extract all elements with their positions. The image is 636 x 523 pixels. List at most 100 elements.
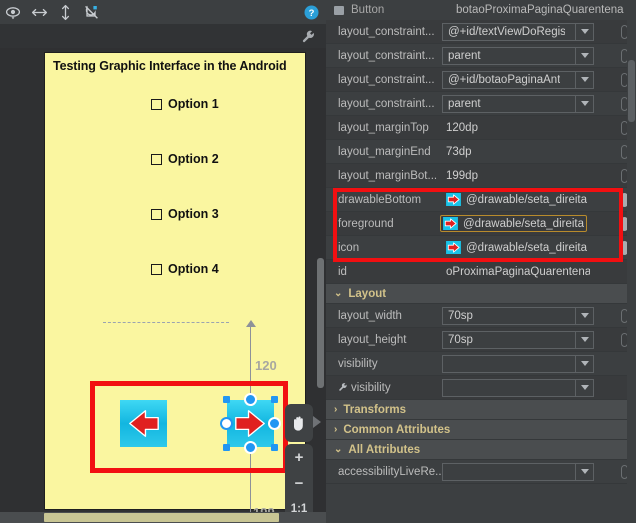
attribute-value-cell[interactable]: parent <box>442 92 636 116</box>
chevron-down-icon[interactable] <box>575 463 593 480</box>
section-title: All Attributes <box>348 443 421 456</box>
eye-visibility-icon[interactable] <box>0 0 26 24</box>
vertical-resize-icon[interactable] <box>52 0 78 24</box>
checkbox-label: Option 4 <box>168 262 219 276</box>
section-header-common-attributes[interactable]: › Common Attributes <box>326 420 636 440</box>
canvas-collapse-arrow-icon[interactable] <box>313 416 321 428</box>
chevron-down-icon[interactable] <box>575 355 593 372</box>
checkbox-box-icon[interactable] <box>151 208 162 220</box>
attribute-value-text[interactable]: 120dp <box>442 122 478 134</box>
attribute-row-layout-constraint-[interactable]: layout_constraint... @+id/botaoPaginaAnt <box>326 68 636 92</box>
attribute-row-layout-marginbot-[interactable]: layout_marginBot... 199dp <box>326 164 636 188</box>
section-header-layout[interactable]: ⌄ Layout <box>326 284 636 304</box>
attribute-row-drawablebottom[interactable]: drawableBottom @drawable/seta_direita <box>326 188 636 212</box>
chevron-down-icon[interactable] <box>575 47 593 64</box>
checkbox-option-3[interactable]: Option 3 <box>151 207 219 221</box>
chevron-down-icon[interactable]: ⌄ <box>334 444 342 455</box>
attribute-value-cell[interactable]: @+id/botaoPaginaAnt <box>442 68 636 92</box>
section-title: Common Attributes <box>343 423 451 436</box>
checkbox-option-1[interactable]: Option 1 <box>151 97 219 111</box>
attribute-row-layout-constraint-[interactable]: layout_constraint... parent <box>326 44 636 68</box>
attribute-row-icon[interactable]: icon @drawable/seta_direita <box>326 236 636 260</box>
chevron-down-icon[interactable] <box>575 307 593 324</box>
attribute-row-layout-width-0[interactable]: layout_width 70sp <box>326 304 636 328</box>
checkbox-box-icon[interactable] <box>151 263 162 275</box>
design-editor-pane: ? Testing Graphic Interface in the Andro… <box>0 0 326 523</box>
attribute-combo[interactable]: parent <box>442 94 594 113</box>
attribute-row-visibility-2[interactable]: visibility <box>326 352 636 376</box>
attribute-combo[interactable]: 70sp <box>442 330 594 349</box>
constraint-dashed-line <box>103 322 229 323</box>
attribute-value-cell[interactable]: 70sp <box>442 328 636 352</box>
attribute-row-visibility-3[interactable]: visibility <box>326 376 636 400</box>
attribute-value-cell[interactable]: 70sp <box>442 304 636 328</box>
attribute-row-layout-height-1[interactable]: layout_height 70sp <box>326 328 636 352</box>
checkbox-box-icon[interactable] <box>151 98 162 110</box>
canvas-horizontal-scroll-thumb[interactable] <box>44 513 279 522</box>
attribute-value-cell[interactable] <box>442 460 636 484</box>
checkbox-label: Option 1 <box>168 97 219 111</box>
chevron-right-icon[interactable]: › <box>334 404 337 415</box>
attribute-value-cell[interactable]: @drawable/seta_direita <box>442 236 636 260</box>
section-header-transforms[interactable]: › Transforms <box>326 400 636 420</box>
chevron-down-icon[interactable] <box>575 95 593 112</box>
attribute-value-text[interactable]: 73dp <box>442 146 472 158</box>
attribute-value-cell[interactable]: @drawable/seta_direita <box>442 188 636 212</box>
attribute-combo[interactable]: 70sp <box>442 306 594 325</box>
attribute-row-layout-marginend[interactable]: layout_marginEnd 73dp <box>326 140 636 164</box>
canvas-horizontal-scrollbar[interactable] <box>0 512 326 523</box>
attribute-value-cell[interactable] <box>442 376 636 400</box>
attribute-combo[interactable]: @+id/botaoPaginaAnt <box>442 70 594 89</box>
chevron-down-icon[interactable] <box>575 379 593 396</box>
chevron-down-icon[interactable] <box>575 71 593 88</box>
attribute-row-id[interactable]: id oProximaPaginaQuarentena <box>326 260 636 284</box>
chevron-down-icon[interactable]: ⌄ <box>334 288 342 299</box>
attribute-name-label: layout_marginEnd <box>338 145 431 158</box>
attributes-scrollbar-track[interactable] <box>627 20 636 523</box>
attribute-drawable-value[interactable]: @drawable/seta_direita <box>442 241 587 254</box>
wrench-icon[interactable] <box>296 24 320 48</box>
section-title: Transforms <box>343 403 406 416</box>
attribute-value-cell[interactable]: oProximaPaginaQuarentena <box>442 260 636 284</box>
attribute-combo[interactable] <box>442 378 594 397</box>
attribute-drawable-value[interactable]: @drawable/seta_direita <box>440 215 587 232</box>
attribute-combo[interactable] <box>442 354 594 373</box>
attribute-value-cell[interactable]: 199dp <box>442 164 636 188</box>
canvas-vertical-scrollbar[interactable] <box>317 258 324 388</box>
checkbox-box-icon[interactable] <box>151 153 162 165</box>
chevron-right-icon[interactable]: › <box>334 424 337 435</box>
attribute-value-cell[interactable]: 73dp <box>442 140 636 164</box>
design-canvas[interactable]: Testing Graphic Interface in the Android… <box>0 48 326 523</box>
attribute-row-layout-constraint-[interactable]: layout_constraint... @+id/textViewDoRegis <box>326 20 636 44</box>
attribute-value-cell[interactable]: 120dp <box>442 116 636 140</box>
checkbox-option-2[interactable]: Option 2 <box>151 152 219 166</box>
attribute-value-text[interactable]: 199dp <box>442 170 478 182</box>
attribute-row-layout-constraint-[interactable]: layout_constraint... parent <box>326 92 636 116</box>
toggle-constraints-icon[interactable] <box>78 0 104 24</box>
section-title: Layout <box>348 287 387 300</box>
attribute-name-label: foreground <box>338 217 394 230</box>
horizontal-resize-icon[interactable] <box>26 0 52 24</box>
chevron-down-icon[interactable] <box>575 331 593 348</box>
attribute-value-cell[interactable]: @drawable/seta_direita <box>440 212 636 236</box>
attribute-value-cell[interactable]: @+id/textViewDoRegis <box>442 20 636 44</box>
attribute-combo[interactable]: parent <box>442 46 594 65</box>
attribute-row-foreground[interactable]: foreground @drawable/seta_direita <box>326 212 636 236</box>
attributes-scrollbar-thumb[interactable] <box>628 60 635 122</box>
section-header-all-attributes[interactable]: ⌄ All Attributes <box>326 440 636 460</box>
checkbox-option-4[interactable]: Option 4 <box>151 262 219 276</box>
zoom-in-button[interactable]: + <box>285 444 313 470</box>
pan-tool-button[interactable] <box>285 404 313 442</box>
attribute-value-cell[interactable] <box>442 352 636 376</box>
zoom-out-button[interactable]: − <box>285 470 313 496</box>
attribute-drawable-value[interactable]: @drawable/seta_direita <box>442 193 587 206</box>
attribute-value-cell[interactable]: parent <box>442 44 636 68</box>
attribute-combo[interactable]: @+id/textViewDoRegis <box>442 22 594 41</box>
attribute-row-accessibilitylivere-[interactable]: accessibilityLiveRe... <box>326 460 636 484</box>
help-icon[interactable]: ? <box>300 0 322 24</box>
chevron-down-icon[interactable] <box>575 23 593 40</box>
attribute-value-text[interactable]: oProximaPaginaQuarentena <box>442 266 590 278</box>
attribute-row-layout-margintop[interactable]: layout_marginTop 120dp <box>326 116 636 140</box>
attribute-combo[interactable] <box>442 462 594 481</box>
attribute-name-label: accessibilityLiveRe... <box>338 465 442 478</box>
